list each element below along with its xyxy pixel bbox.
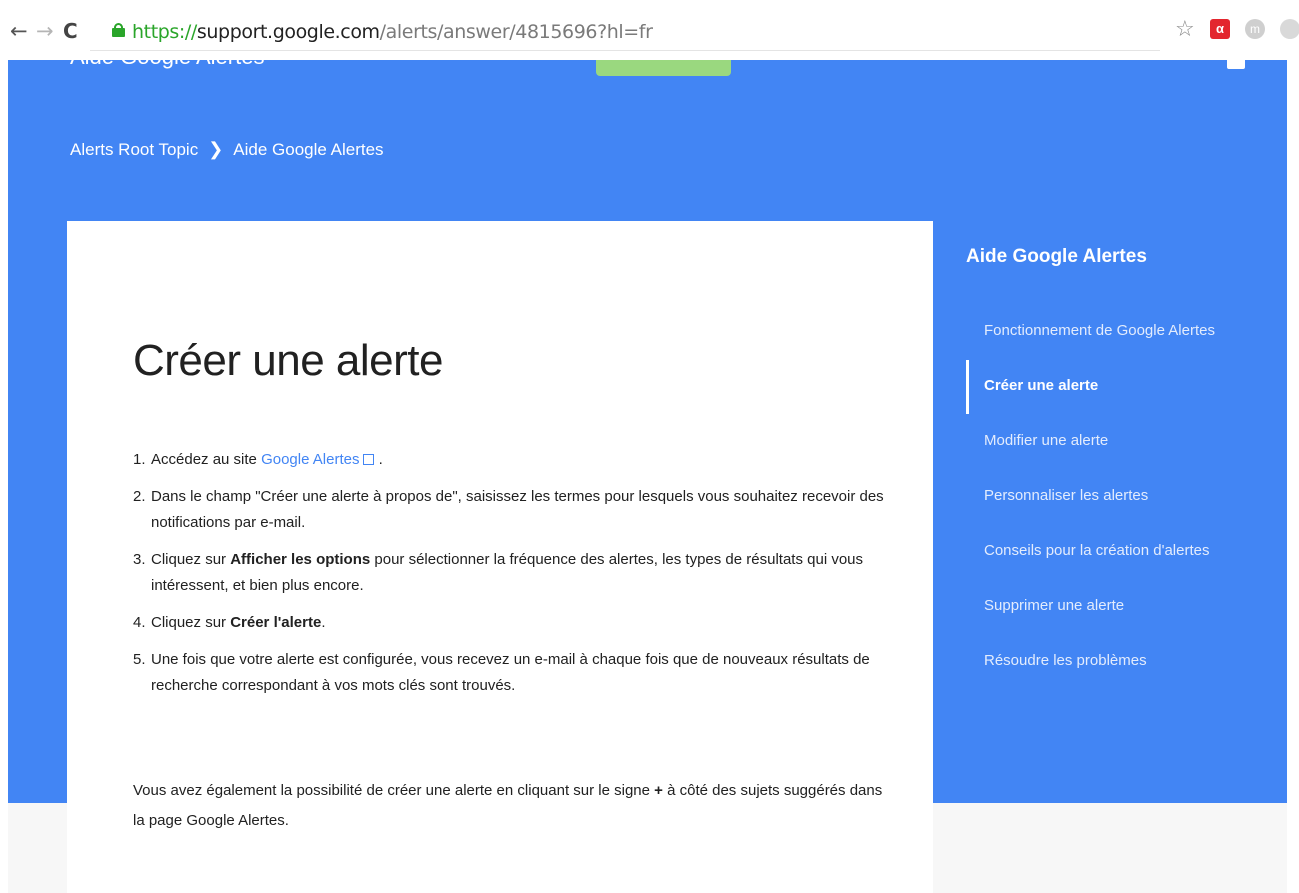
breadcrumb: Alerts Root Topic ❯ Aide Google Alertes (70, 139, 384, 160)
list-item: 4. Cliquez sur Créer l'alerte. (133, 610, 893, 636)
step-number: 4. (133, 614, 146, 631)
sidebar-item-resoudre[interactable]: Résoudre les problèmes (966, 648, 1286, 703)
list-item: 3. Cliquez sur Afficher les options pour… (133, 547, 893, 599)
url-text[interactable]: https://support.google.com/alerts/answer… (132, 21, 653, 43)
paragraph-text: Vous avez également la possibilité de cr… (133, 782, 655, 799)
step-text: Une fois que votre alerte est configurée… (151, 651, 870, 694)
step-bold-text: Créer l'alerte (230, 614, 322, 631)
external-link-icon[interactable] (363, 454, 375, 465)
list-item: 5. Une fois que votre alerte est configu… (133, 647, 893, 699)
step-number: 1. (133, 451, 146, 468)
url-path: /alerts/answer/4815696?hl=fr (379, 21, 653, 43)
contact-button[interactable] (596, 60, 731, 76)
back-arrow-icon[interactable]: ← (10, 19, 28, 43)
sidebar-item-personnaliser[interactable]: Personnaliser les alertes (966, 483, 1286, 538)
sidebar-item-modifier[interactable]: Modifier une alerte (966, 428, 1286, 483)
breadcrumb-item-root[interactable]: Alerts Root Topic (70, 140, 198, 159)
browser-toolbar: ← → C https://support.google.com/alerts/… (0, 0, 1299, 60)
reload-icon[interactable]: C (63, 19, 78, 43)
site-title[interactable]: Aide Google Alertes (70, 60, 264, 70)
steps-list: 1. Accédez au site Google Alertes . 2. D… (133, 447, 893, 710)
chevron-right-icon: ❯ (208, 139, 224, 159)
google-alerts-link[interactable]: Google Alertes (261, 451, 359, 468)
extension-partial-icon[interactable] (1280, 19, 1299, 39)
extension-red-icon[interactable]: α (1210, 19, 1230, 39)
lock-icon (112, 23, 125, 37)
forward-arrow-icon[interactable]: → (36, 19, 54, 43)
address-bar[interactable]: https://support.google.com/alerts/answer… (90, 11, 1160, 51)
star-icon[interactable]: ☆ (1175, 19, 1195, 41)
step-number: 3. (133, 551, 146, 568)
url-scheme: https:// (132, 21, 197, 43)
additional-info-paragraph: Vous avez également la possibilité de cr… (133, 776, 893, 836)
step-number: 2. (133, 488, 146, 505)
url-host: support.google.com (196, 21, 380, 43)
list-item: 1. Accédez au site Google Alertes . (133, 447, 893, 473)
paragraph-bold-text: + (654, 782, 663, 799)
sidebar-item-fonctionnement[interactable]: Fonctionnement de Google Alertes (966, 318, 1286, 373)
extension-m-icon[interactable]: m (1245, 19, 1265, 39)
step-text: Cliquez sur (151, 614, 231, 631)
step-text: Accédez au site (151, 451, 262, 468)
step-number: 5. (133, 651, 146, 668)
page-title: Créer une alerte (133, 336, 443, 385)
breadcrumb-item-current[interactable]: Aide Google Alertes (233, 140, 383, 159)
list-item: 2. Dans le champ "Créer une alerte à pro… (133, 484, 893, 536)
sidebar-item-supprimer[interactable]: Supprimer une alerte (966, 593, 1286, 648)
sidebar-title[interactable]: Aide Google Alertes (966, 246, 1147, 268)
sidebar-item-conseils[interactable]: Conseils pour la création d'alertes (966, 538, 1286, 593)
step-text: Cliquez sur (151, 551, 231, 568)
sidebar-nav: Fonctionnement de Google Alertes Créer u… (966, 318, 1286, 703)
menu-icon[interactable] (1227, 60, 1245, 69)
step-bold-text: Afficher les options (230, 551, 371, 568)
article-card: Créer une alerte 1. Accédez au site Goog… (67, 221, 933, 893)
step-text: Dans le champ "Créer une alerte à propos… (151, 488, 884, 531)
page-viewport: Aide Google Alertes Alerts Root Topic ❯ Ai… (0, 60, 1299, 893)
sidebar-item-creer-alerte[interactable]: Créer une alerte (966, 360, 1286, 428)
step-text: . (321, 614, 326, 631)
step-text: . (374, 451, 383, 468)
